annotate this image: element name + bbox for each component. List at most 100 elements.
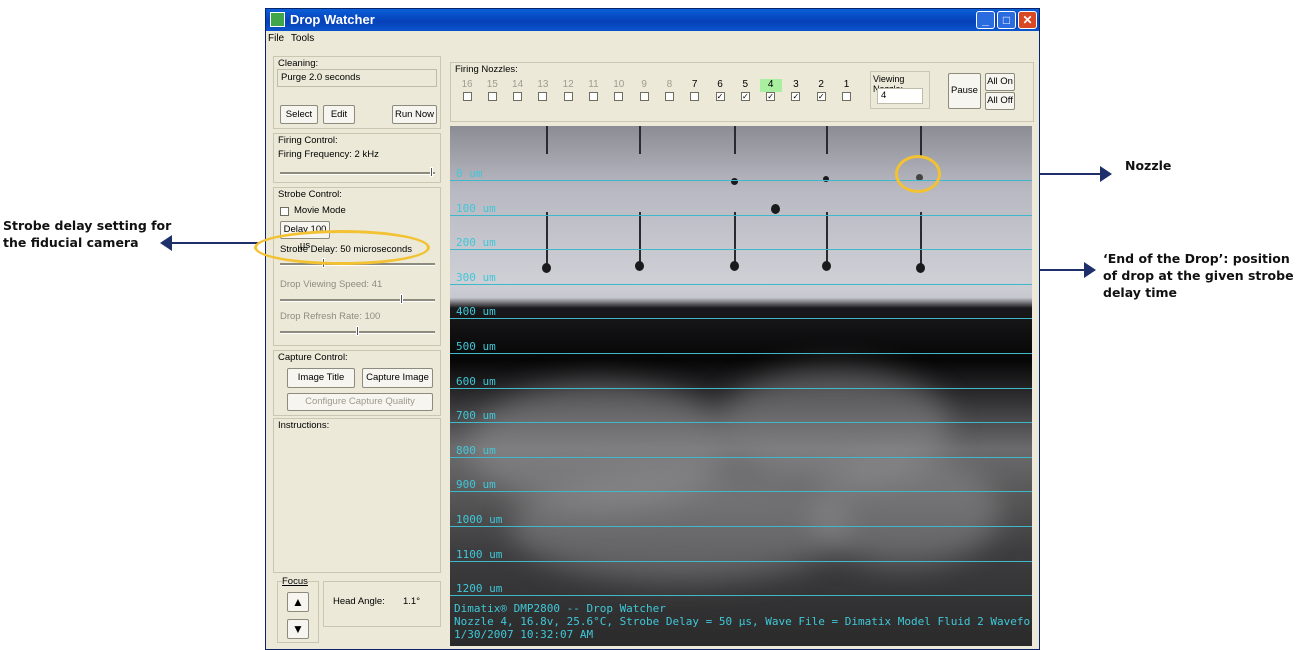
focus-down-button[interactable]: ▼ [287,619,309,639]
pause-button[interactable]: Pause [948,73,981,109]
drop [771,204,780,214]
cleaning-label: Cleaning: [278,58,319,69]
edit-button[interactable]: Edit [323,105,355,124]
nozzle-stream [546,126,548,154]
annotation-end-of-drop: ‘End of the Drop’: position of drop at t… [1103,251,1294,300]
scale-line [450,457,1032,458]
scale-line [450,526,1032,527]
nozzle-8[interactable]: 8 [658,79,680,101]
nozzle-checkbox[interactable] [487,92,497,101]
nozzle-16[interactable]: 16 [456,79,478,101]
nozzle-stream [639,212,641,262]
nozzle-12[interactable]: 12 [557,79,579,101]
cleaning-value: Purge 2.0 seconds [277,69,437,87]
drop-camera-view[interactable]: 0 um 100 um 200 um 300 um 400 um 500 um 600 um… [450,126,1032,646]
overlay-device: Dimatix® DMP2800 -- Drop Watcher [454,602,666,615]
nozzle-14[interactable]: 14 [507,79,529,101]
scale-label: 800 um [456,444,496,457]
menu-tools[interactable]: Tools [289,31,316,44]
end-of-drop [916,263,925,273]
menu-file[interactable]: File [266,31,286,44]
nozzle-checkbox[interactable]: ✓ [740,92,750,101]
drop-viewing-speed-slider[interactable] [280,299,435,302]
nozzle-checkbox[interactable] [664,92,674,101]
drop-refresh-rate-text: Drop Refresh Rate: 100 [280,311,381,322]
instructions-label: Instructions: [278,420,330,431]
scale-label: 900 um [456,478,496,491]
strobe-delay-highlight-ring [254,230,430,265]
nozzle-checkbox[interactable] [614,92,624,101]
configure-capture-quality-button[interactable]: Configure Capture Quality [287,393,433,411]
title-bar[interactable]: Drop Watcher _ □ ✕ [266,9,1039,31]
nozzle-checkbox[interactable]: ✓ [715,92,725,101]
scale-label: 500 um [456,340,496,353]
strobe-control-label: Strobe Control: [278,189,342,200]
nozzle-number: 16 [461,79,473,90]
movie-mode-checkbox[interactable] [280,207,289,216]
nozzle-checkbox[interactable]: ✓ [766,92,776,101]
nozzle-checkbox[interactable]: ✓ [816,92,826,101]
nozzle-number: 3 [793,79,799,90]
nozzle-checkbox[interactable]: ✓ [791,92,801,101]
select-button[interactable]: Select [280,105,318,124]
nozzle-checkbox[interactable] [538,92,548,101]
firing-frequency-slider-thumb[interactable] [430,167,433,177]
scale-label: 400 um [456,305,496,318]
viewing-nozzle-input[interactable]: 4 [877,88,923,104]
scale-label: 700 um [456,409,496,422]
nozzle-4[interactable]: 4 ✓ [759,79,782,101]
annotation-strobe-arrow-line [165,242,260,244]
nozzle-checkbox[interactable] [690,92,700,101]
nozzle-15[interactable]: 15 [481,79,503,101]
nozzle-number: 9 [641,79,647,90]
focus-up-button[interactable]: ▲ [287,592,309,612]
all-off-button[interactable]: All Off [985,92,1015,110]
all-on-button[interactable]: All On [985,73,1015,91]
maximize-button[interactable]: □ [997,11,1016,29]
run-now-button[interactable]: Run Now [392,105,437,124]
firing-frequency-slider[interactable] [280,172,435,175]
nozzle-6[interactable]: 6 ✓ [709,79,731,101]
nozzle-checkbox[interactable] [462,92,472,101]
head-angle-group: Head Angle: 1.1° [323,581,441,627]
scale-label: 300 um [456,271,496,284]
nozzle-checkbox[interactable] [513,92,523,101]
nozzle-checkbox[interactable] [639,92,649,101]
scale-line [450,388,1032,389]
head-angle-label: Head Angle: [333,596,385,607]
minimize-button[interactable]: _ [976,11,995,29]
close-button[interactable]: ✕ [1018,11,1037,29]
nozzle-7[interactable]: 7 [684,79,706,101]
drop-viewing-speed-slider-thumb[interactable] [400,294,403,304]
nozzle-number: 12 [562,79,574,90]
nozzle-9[interactable]: 9 [633,79,655,101]
nozzle-checkbox[interactable] [589,92,598,101]
window-title: Drop Watcher [290,12,375,27]
nozzle-1[interactable]: 1 [836,79,858,101]
nozzle-number: 8 [666,79,673,90]
scale-line [450,561,1032,562]
drop-refresh-rate-slider-thumb[interactable] [356,326,359,336]
nozzle-2[interactable]: 2 ✓ [810,79,832,101]
nozzle-10[interactable]: 10 [608,79,630,101]
menu-bar: File Tools [266,31,1039,47]
nozzle-13[interactable]: 13 [532,79,554,101]
nozzle-3[interactable]: 3 ✓ [785,79,807,101]
nozzle-number: 15 [486,79,498,90]
scale-line [450,318,1032,319]
capture-image-button[interactable]: Capture Image [362,368,433,388]
nozzle-number: 6 [717,79,723,90]
nozzle-highlight-ring [895,155,941,193]
nozzle-11[interactable]: 11 [583,79,605,101]
movie-mode-label: Movie Mode [294,205,346,216]
strobe-control-group: Strobe Control: Movie Mode Delay 100 µs … [273,187,441,346]
nozzle-checkbox[interactable] [563,92,573,101]
drop-watcher-window: Drop Watcher _ □ ✕ File Tools Cleaning: … [265,8,1040,650]
nozzle-5[interactable]: 5 ✓ [734,79,756,101]
image-title-button[interactable]: Image Title [287,368,355,388]
nozzle-checkbox[interactable] [842,92,851,101]
scale-line [450,422,1032,423]
annotation-nozzle-arrow-head [1100,166,1112,182]
nozzle-stream [920,212,922,264]
scale-line [450,284,1032,285]
